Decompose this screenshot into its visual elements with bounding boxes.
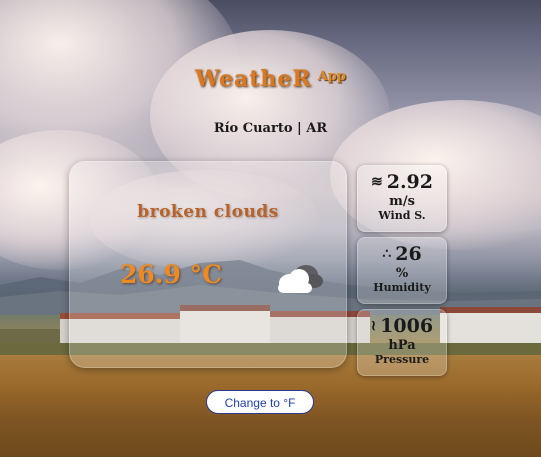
pressure-card: ≀ 1006 hPa Pressure	[357, 309, 447, 376]
app-logo-suffix: App	[317, 69, 346, 84]
humidity-label: Humidity	[373, 281, 431, 294]
pressure-icon: ≀	[370, 318, 377, 334]
humidity-icon: ∴	[382, 246, 392, 262]
app-logo-title: WeatheR	[195, 66, 312, 92]
pressure-value: 1006	[380, 315, 434, 337]
weather-description: broken clouds	[137, 202, 279, 222]
temperature-value: 26.9 °C	[120, 260, 222, 289]
humidity-card: ∴ 26 % Humidity	[357, 237, 447, 304]
pressure-unit: hPa	[388, 338, 416, 353]
wind-card: ≋ 2.92 m/s Wind S.	[357, 165, 447, 232]
broken-clouds-icon	[278, 265, 323, 293]
humidity-value: 26	[395, 243, 422, 265]
weather-app: WeatheR App Río Cuarto | AR broken clouds…	[0, 0, 541, 457]
wind-value: 2.92	[386, 171, 433, 193]
current-weather-card: broken clouds 26.9 °C	[69, 161, 347, 368]
weather-stats-column: ≋ 2.92 m/s Wind S. ∴ 26 % Humidity ≀ 1006 h…	[357, 165, 447, 381]
location-label: Río Cuarto | AR	[213, 121, 328, 136]
wind-unit: m/s	[389, 194, 415, 209]
humidity-unit: %	[395, 266, 409, 281]
wind-label: Wind S.	[378, 209, 426, 222]
pressure-label: Pressure	[374, 353, 430, 366]
change-unit-button[interactable]: Change to °F	[206, 390, 314, 414]
wind-icon: ≋	[370, 174, 383, 190]
app-header: WeatheR App	[0, 66, 541, 92]
